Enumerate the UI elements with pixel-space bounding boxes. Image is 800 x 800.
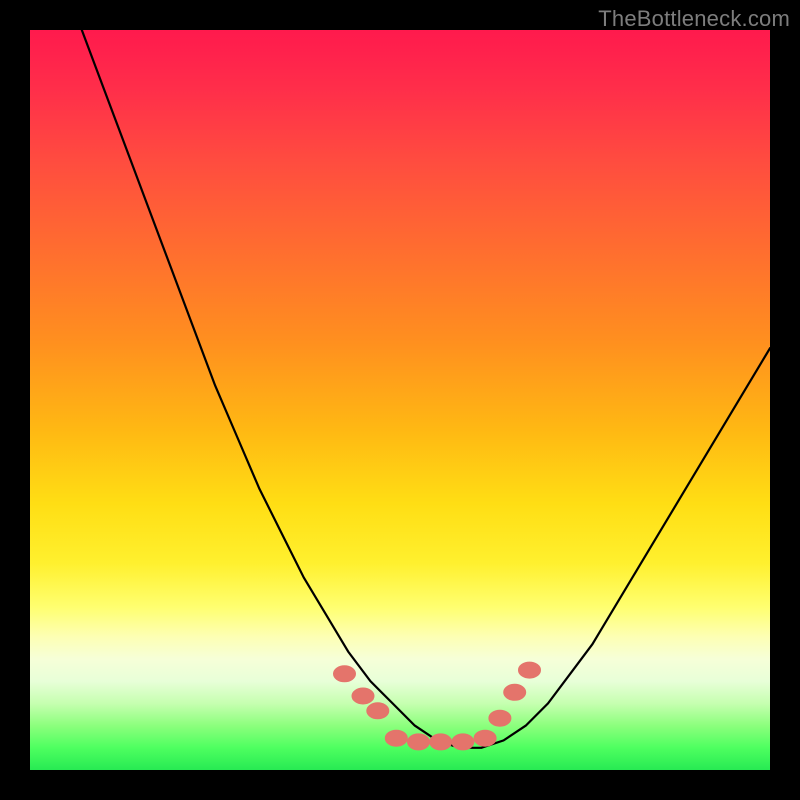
curve-marker [474,730,496,746]
plot-svg [30,30,770,770]
curve-marker [430,734,452,750]
curve-marker [504,684,526,700]
curve-marker [452,734,474,750]
curve-marker [489,710,511,726]
image-frame: TheBottleneck.com [0,0,800,800]
curve-marker [334,666,356,682]
plot-area [30,30,770,770]
curve-marker [367,703,389,719]
curve-marker [385,730,407,746]
watermark-text: TheBottleneck.com [598,6,790,32]
bottleneck-curve [82,30,770,748]
curve-marker [352,688,374,704]
curve-marker [519,662,541,678]
curve-marker [408,734,430,750]
